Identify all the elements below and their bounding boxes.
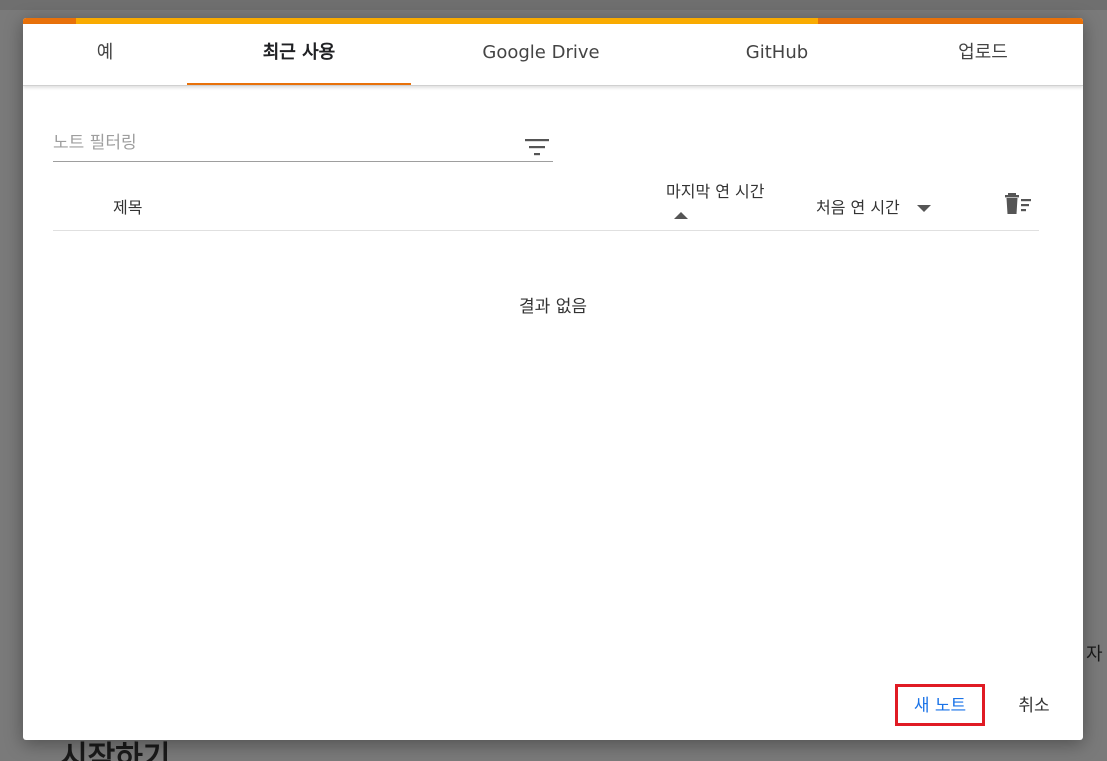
column-first-opened[interactable]: 처음 연 시간 bbox=[816, 194, 931, 218]
delete-sweep-icon[interactable] bbox=[1005, 192, 1033, 216]
new-notebook-button[interactable]: 새 노트 bbox=[895, 684, 985, 726]
open-notebook-dialog: 예 최근 사용 Google Drive GitHub 업로드 제목 마지막 연… bbox=[23, 18, 1083, 740]
backdrop-side-text: 자 bbox=[1086, 644, 1103, 665]
cancel-button[interactable]: 취소 bbox=[999, 684, 1069, 726]
empty-results-message: 결과 없음 bbox=[519, 297, 587, 317]
filter-field bbox=[53, 123, 553, 162]
column-title[interactable]: 제목 bbox=[113, 194, 142, 218]
filter-input[interactable] bbox=[53, 131, 513, 155]
tab-upload[interactable]: 업로드 bbox=[863, 24, 1083, 85]
arrow-down-icon bbox=[916, 205, 931, 212]
column-first-opened-label: 처음 연 시간 bbox=[816, 198, 900, 217]
tab-bar: 예 최근 사용 Google Drive GitHub 업로드 bbox=[23, 24, 1083, 86]
backdrop-header bbox=[0, 0, 1107, 10]
tab-github[interactable]: GitHub bbox=[659, 24, 895, 85]
tab-google-drive[interactable]: Google Drive bbox=[423, 24, 659, 85]
backdrop-bottom-text: 시작하기 bbox=[60, 740, 171, 761]
tab-examples[interactable]: 예 bbox=[23, 24, 187, 85]
arrow-up-icon bbox=[674, 212, 688, 219]
filter-list-icon[interactable] bbox=[525, 137, 549, 157]
column-last-opened[interactable]: 마지막 연 시간 bbox=[666, 178, 765, 219]
tab-recent[interactable]: 최근 사용 bbox=[187, 24, 411, 85]
column-last-opened-label: 마지막 연 시간 bbox=[666, 182, 765, 201]
table-header: 제목 마지막 연 시간 처음 연 시간 bbox=[53, 168, 1039, 231]
